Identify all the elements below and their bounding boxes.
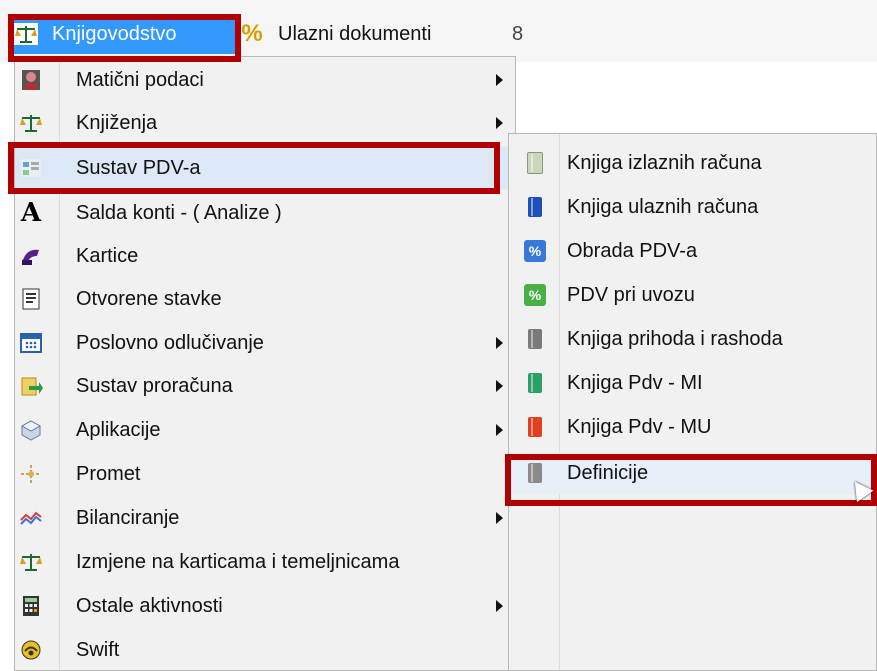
- grid-icon: [19, 331, 43, 355]
- menu-item-aplikacije[interactable]: Aplikacije: [15, 409, 515, 451]
- menu-item-maticni-podaci[interactable]: Matični podaci: [15, 59, 515, 101]
- document-icon: [19, 287, 43, 311]
- menu-knjigovodstvo[interactable]: Knjigovodstvo: [14, 14, 235, 54]
- menu-item-label: Bilanciranje: [76, 506, 180, 529]
- scale-icon: [14, 22, 38, 46]
- menu-item-otvorene-stavke[interactable]: Otvorene stavke: [15, 278, 515, 320]
- menu-item-label: Promet: [76, 462, 141, 485]
- menu-item-sustav-proracuna[interactable]: Sustav proračuna: [15, 365, 515, 407]
- menu-ulazni-dokumenti[interactable]: % Ulazni dokumenti: [240, 14, 520, 54]
- submenu-item-label: Knjiga Pdv - MI: [567, 371, 703, 394]
- menu-next-item[interactable]: 8: [512, 14, 532, 54]
- submenu-arrow-icon: [496, 424, 503, 436]
- menu-item-label: Poslovno odlučivanje: [76, 331, 264, 354]
- submenu-arrow-icon: [496, 74, 503, 86]
- knjigovodstvo-dropdown: Matični podaci Knjiženja Sustav PDV-a A …: [14, 56, 516, 671]
- sustav-pdv-submenu: Knjiga izlaznih računa Knjiga ulaznih ra…: [508, 133, 877, 671]
- menu-item-swift[interactable]: Swift: [15, 629, 515, 671]
- submenu-item-label: Definicije: [567, 461, 649, 484]
- menu-item-knjizenja[interactable]: Knjiženja: [15, 102, 515, 144]
- submenu-arrow-icon: [496, 380, 503, 392]
- menu-item-label: Ostale aktivnosti: [76, 594, 223, 617]
- budget-icon: [19, 374, 43, 398]
- chart-icon: [19, 506, 43, 530]
- submenu-arrow-icon: [496, 117, 503, 129]
- menu-item-label: Sustav proračuna: [76, 374, 233, 397]
- book-icon: [523, 195, 547, 219]
- menu-item-label: Aplikacije: [76, 418, 161, 441]
- menu-item-sustav-pdv[interactable]: Sustav PDV-a: [15, 147, 515, 189]
- percent-icon: %: [241, 20, 263, 47]
- submenu-item-label: PDV pri uvozu: [567, 283, 695, 306]
- person-icon: [19, 68, 43, 92]
- scale-icon: [19, 111, 43, 135]
- calculator-icon: [19, 594, 43, 618]
- menu-item-bilanciranje[interactable]: Bilanciranje: [15, 497, 515, 539]
- menu-item-label: Sustav PDV-a: [76, 156, 201, 179]
- submenu-arrow-icon: [496, 337, 503, 349]
- swift-icon: [19, 638, 43, 662]
- submenu-item-knjiga-izlaznih[interactable]: Knjiga izlaznih računa: [509, 142, 876, 184]
- book-icon: [523, 371, 547, 395]
- submenu-item-label: Obrada PDV-a: [567, 239, 698, 262]
- submenu-item-knjiga-pdv-mi[interactable]: Knjiga Pdv - MI: [509, 362, 876, 404]
- traffic-icon: [19, 462, 43, 486]
- menu-item-label: Otvorene stavke: [76, 287, 222, 310]
- menu-item-label: Izmjene na karticama i temeljnicama: [76, 550, 400, 573]
- book-icon: [523, 327, 547, 351]
- menu-item-ostale-aktivnosti[interactable]: Ostale aktivnosti: [15, 585, 515, 627]
- submenu-item-knjiga-pdv-mu[interactable]: Knjiga Pdv - MU: [509, 406, 876, 448]
- submenu-item-obrada-pdv[interactable]: % Obrada PDV-a: [509, 230, 876, 272]
- menu-ulazni-dokumenti-label: Ulazni dokumenti: [278, 22, 432, 45]
- submenu-item-label: Knjiga ulaznih računa: [567, 195, 759, 218]
- menu-item-label: Kartice: [76, 244, 139, 267]
- menu-item-label: Swift: [76, 638, 120, 661]
- letter-a-icon: A: [20, 198, 42, 228]
- menu-item-label: Salda konti - ( Analize ): [76, 201, 282, 224]
- submenu-arrow-icon: [496, 512, 503, 524]
- menu-knjigovodstvo-label: Knjigovodstvo: [52, 22, 177, 45]
- book-icon: [523, 415, 547, 439]
- menu-next-item-label: 8: [512, 22, 524, 45]
- submenu-item-label: Knjiga izlaznih računa: [567, 151, 762, 174]
- scale-icon: [19, 550, 43, 574]
- percent-icon: %: [523, 239, 547, 263]
- menu-item-poslovno-odlucivanje[interactable]: Poslovno odlučivanje: [15, 322, 515, 364]
- menu-item-salda-konti[interactable]: A Salda konti - ( Analize ): [15, 192, 515, 234]
- submenu-item-knjiga-prihoda[interactable]: Knjiga prihoda i rashoda: [509, 318, 876, 360]
- menu-item-promet[interactable]: Promet: [15, 453, 515, 495]
- book-icon: [523, 461, 547, 485]
- submenu-item-label: Knjiga prihoda i rashoda: [567, 327, 783, 350]
- submenu-arrow-icon: [496, 600, 503, 612]
- submenu-item-pdv-pri-uvozu[interactable]: % PDV pri uvozu: [509, 274, 876, 316]
- box-icon: [19, 418, 43, 442]
- submenu-item-knjiga-ulaznih[interactable]: Knjiga ulaznih računa: [509, 186, 876, 228]
- card-icon: [19, 244, 43, 268]
- menu-item-izmjene[interactable]: Izmjene na karticama i temeljnicama: [15, 541, 515, 583]
- percent-icon: %: [523, 283, 547, 307]
- book-icon: [523, 151, 547, 175]
- submenu-item-label: Knjiga Pdv - MU: [567, 415, 712, 438]
- submenu-item-definicije[interactable]: Definicije: [509, 452, 876, 494]
- menu-item-label: Knjiženja: [76, 111, 158, 134]
- menu-item-label: Matični podaci: [76, 68, 204, 91]
- menu-bar: Knjigovodstvo % Ulazni dokumenti 8: [0, 0, 877, 62]
- menu-item-kartice[interactable]: Kartice: [15, 235, 515, 277]
- tax-icon: [19, 156, 43, 180]
